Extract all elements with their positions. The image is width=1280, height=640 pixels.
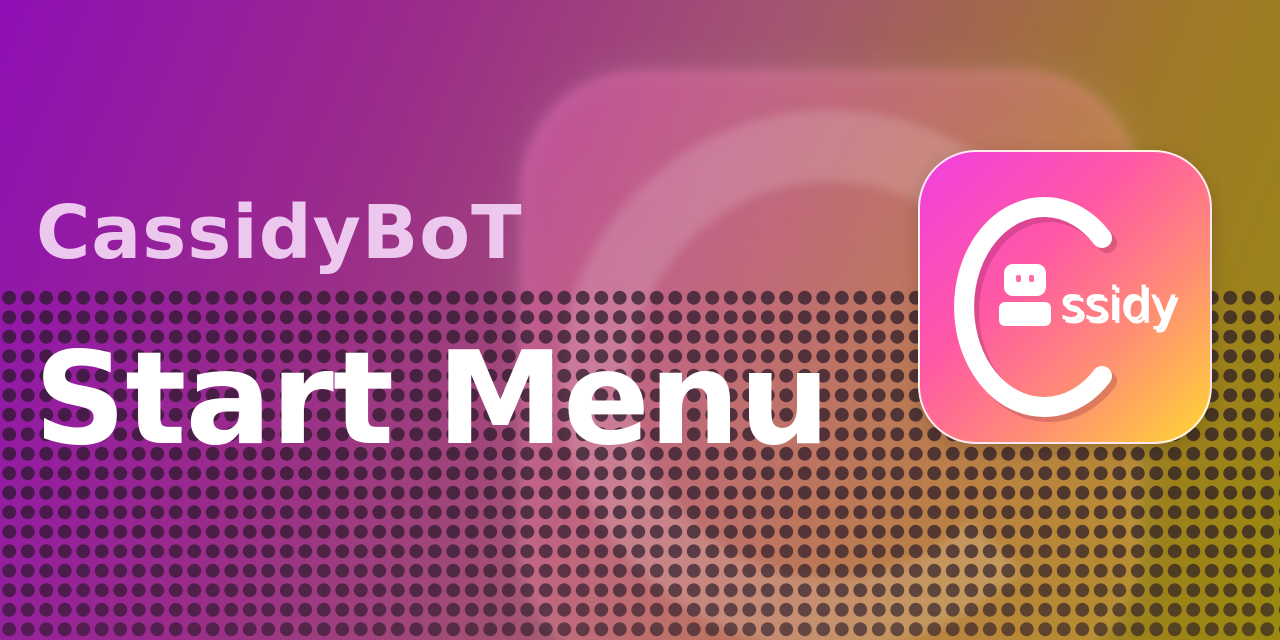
banner: CassidyBoT Start Menu ssidy ssidy [0,0,1280,640]
cassidy-logo-svg: ssidy ssidy [954,197,1180,422]
page-title: Start Menu [34,325,830,474]
app-name: CassidyBoT [36,190,523,276]
robot-icon [999,264,1051,326]
logo-wordmark: ssidy [1060,277,1177,331]
cassidy-app-icon: ssidy ssidy [918,150,1212,444]
